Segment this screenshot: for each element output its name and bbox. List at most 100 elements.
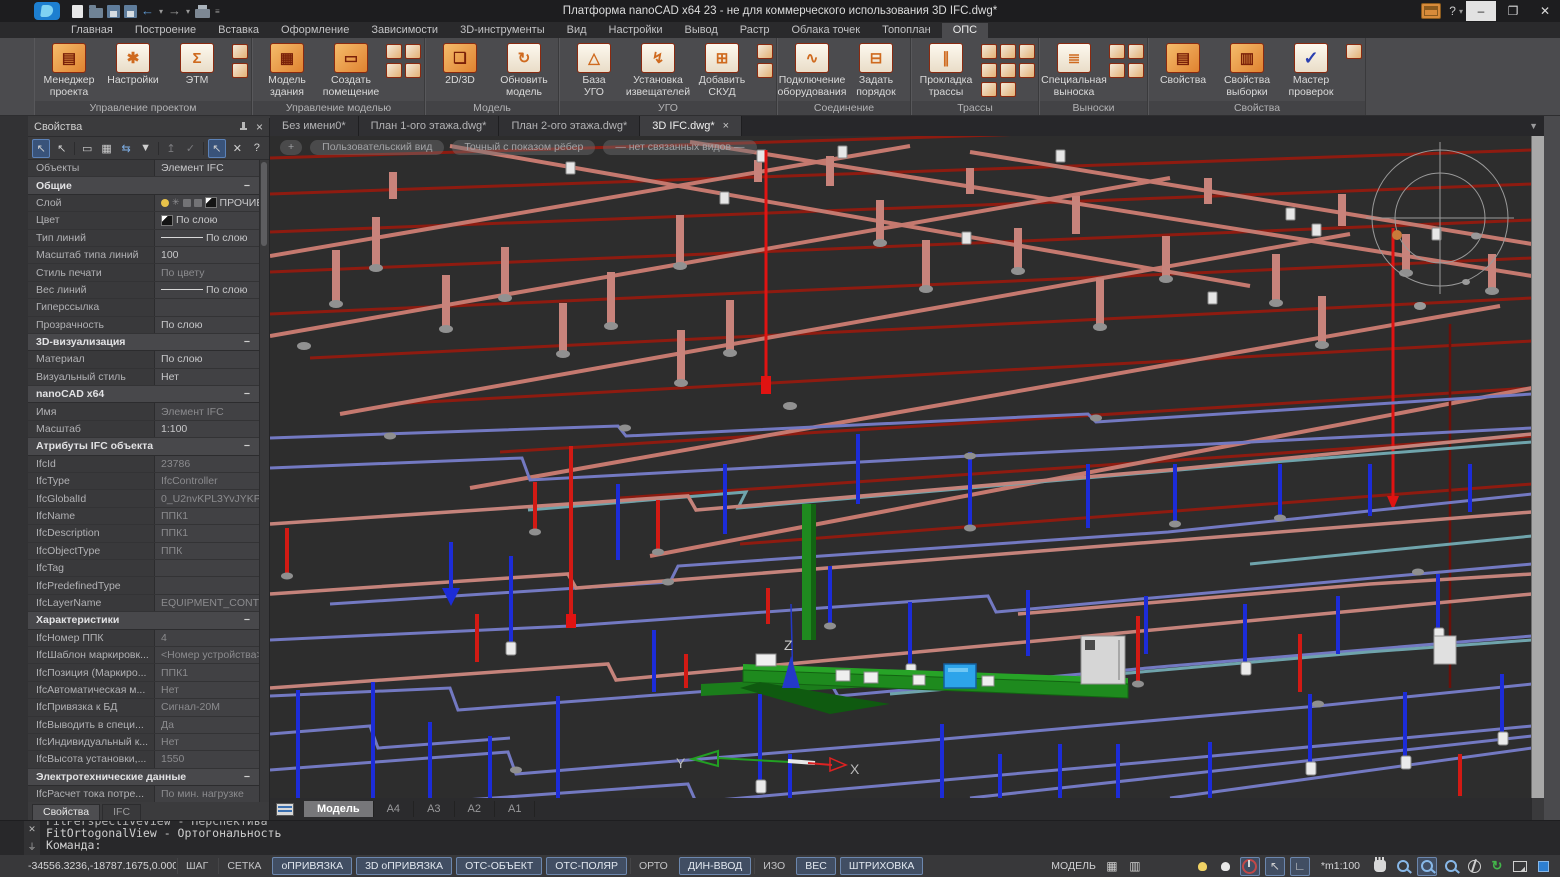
property-section[interactable]: Электротехнические данные− [28,769,260,786]
property-row[interactable]: Тип линийПо слою [28,230,260,247]
pair-x-tool-icon[interactable] [981,82,997,97]
apply-icon[interactable]: ✓ [182,140,198,157]
document-tab[interactable]: 3D IFC.dwg*× [640,116,742,136]
ribbon-tab[interactable]: ОПС [942,23,988,38]
ribbon-tab[interactable]: Главная [60,23,124,38]
command-line-panel[interactable]: ✕ ⏚ FitPerspectiveView - ПерспективаFitO… [0,820,1560,856]
property-row[interactable]: IfcВыводить в специ...Да [28,717,260,734]
property-value[interactable]: По цвету [154,264,260,280]
property-section[interactable]: Атрибуты IFC объекта− [28,438,260,455]
help-icon[interactable]: ? [249,140,265,157]
ribbon-tab[interactable]: Оформление [270,23,360,38]
ribbon-tab[interactable]: Топоплан [871,23,942,38]
pen-tool-icon[interactable] [1109,44,1125,59]
help-caret-icon[interactable]: ▾ [1459,7,1463,16]
2d3d-button[interactable]: ❏2D/3D [429,40,491,87]
property-row[interactable]: IfcTypeIfcController [28,473,260,490]
select-icon[interactable]: ↖ [53,140,69,157]
property-row[interactable]: Визуальный стильНет [28,369,260,386]
sheet-tab[interactable]: А2 [455,801,495,817]
arrows-tool-icon[interactable] [1109,63,1125,78]
property-section[interactable]: nanoCAD x64− [28,386,260,403]
special-callout-button[interactable]: ≣Специальнаявыноска [1043,40,1105,98]
property-value[interactable]: 0_U2nvKPL3YvJYKP_07... [154,490,260,506]
restore-button[interactable]: ❐ [1498,1,1528,21]
collapse-icon[interactable]: − [244,388,260,400]
regen-icon[interactable]: ↻ [1488,858,1506,875]
property-row[interactable]: IfcИндивидуальный к...Нет [28,734,260,751]
property-value[interactable]: По мин. нагрузке [154,786,260,802]
property-value[interactable]: По слою [154,282,260,298]
project-manager-button[interactable]: ▤Менеджерпроекта [38,40,100,98]
viewport-scrollbar[interactable] [1531,136,1544,798]
collapse-icon[interactable]: − [244,180,260,192]
sheet-tab[interactable]: А3 [414,801,454,817]
update-model-button[interactable]: ↻Обновитьмодель [493,40,555,98]
property-row[interactable]: ПрозрачностьПо слою [28,317,260,334]
open-file-icon[interactable] [89,8,103,18]
status-toggle[interactable]: ОРТО [630,858,676,874]
ribbon-tab[interactable]: Облака точек [781,23,872,38]
selection-properties-button[interactable]: ▥Свойствавыборки [1216,40,1278,98]
property-row[interactable]: IfcНомер ППК4 [28,630,260,647]
document-tab[interactable]: План 2-ого этажа.dwg* [499,116,640,136]
property-row[interactable]: IfcРасчет тока потре...По мин. нагрузке [28,786,260,802]
document-tab[interactable]: Без имени0* [270,116,359,136]
property-value[interactable]: Да [154,717,260,733]
status-toggle[interactable]: 3D оПРИВЯЗКА [356,857,452,875]
view-control-pill[interactable]: Точный с показом рёбер [452,140,595,155]
status-toggle[interactable]: ОТС-ПОЛЯР [546,857,627,875]
property-row[interactable]: IfcGlobalId0_U2nvKPL3YvJYKP_07... [28,490,260,507]
connect-equipment-button[interactable]: ∿Подключениеоборудования [781,40,843,98]
property-row[interactable]: IfcПозиция (Маркиро...ППК1 [28,664,260,681]
building-model-button[interactable]: ▦Модельздания [256,40,318,98]
property-value[interactable] [154,299,260,315]
bulb-cursor-icon[interactable] [1194,858,1212,875]
corner2-tool-icon[interactable] [1000,63,1016,78]
settings-button[interactable]: ✱Настройки [102,40,164,87]
status-toggle[interactable]: ВЕС [796,857,836,875]
property-section[interactable]: Характеристики− [28,612,260,629]
property-value[interactable]: Нет [154,682,260,698]
property-row[interactable]: Стиль печатиПо цвету [28,264,260,281]
property-row[interactable]: ИмяЭлемент IFC [28,403,260,420]
beam-tool-icon[interactable] [405,44,421,59]
property-value[interactable]: IfcController [154,473,260,489]
status-toggle[interactable]: ШАГ [177,858,216,874]
cursor-select-icon[interactable]: ↖ [1265,857,1285,876]
redo-icon[interactable]: → [168,4,181,18]
ugo-base-button[interactable]: △БазаУГО [563,40,625,98]
pin-icon[interactable] [238,122,248,132]
ribbon-tab[interactable]: Зависимости [360,23,449,38]
annotation-icon[interactable]: ▥ [1126,858,1144,875]
panel-close-icon[interactable]: × [256,122,263,132]
help-button[interactable]: ? [1449,4,1456,18]
etm-button[interactable]: ΣЭТМ [166,40,228,87]
property-value[interactable]: ✳ПРОЧИЕ [154,195,260,211]
status-toggle[interactable]: СЕТКА [218,858,269,874]
status-toggle[interactable]: оПРИВЯЗКА [272,857,352,875]
pan-icon[interactable] [1371,858,1389,875]
property-row[interactable]: Вес линийПо слою [28,282,260,299]
ribbon-tab[interactable]: Растр [729,23,781,38]
property-row[interactable]: IfcId23786 [28,456,260,473]
property-row[interactable]: IfcNameППК1 [28,508,260,525]
property-value[interactable] [154,577,260,593]
layer-color-swatch[interactable] [205,197,217,208]
annotation-scale[interactable]: *m1:100 [1321,860,1360,872]
grid-tool-icon[interactable] [1128,44,1144,59]
bulb-icon[interactable] [1217,858,1235,875]
invert-select-icon[interactable]: ⇆ [118,140,134,157]
layer-on-icon[interactable] [161,199,169,207]
drawing-viewport[interactable]: +Пользовательский видТочный с показом рё… [270,136,1532,798]
property-section[interactable]: Общие− [28,177,260,194]
property-value[interactable]: ППК1 [154,664,260,680]
panel-tab[interactable]: IFC [102,804,141,820]
ribbon-tab[interactable]: Вставка [207,23,270,38]
add-view-button[interactable]: + [280,140,302,155]
command-pin-icon[interactable]: ⏚ [27,840,36,853]
layer-plot-icon[interactable] [194,199,202,207]
collapse-icon[interactable]: − [244,336,260,348]
column-tool-icon[interactable] [405,63,421,78]
property-row[interactable]: IfcLayerNameEQUIPMENT_CONTROL_... [28,595,260,612]
